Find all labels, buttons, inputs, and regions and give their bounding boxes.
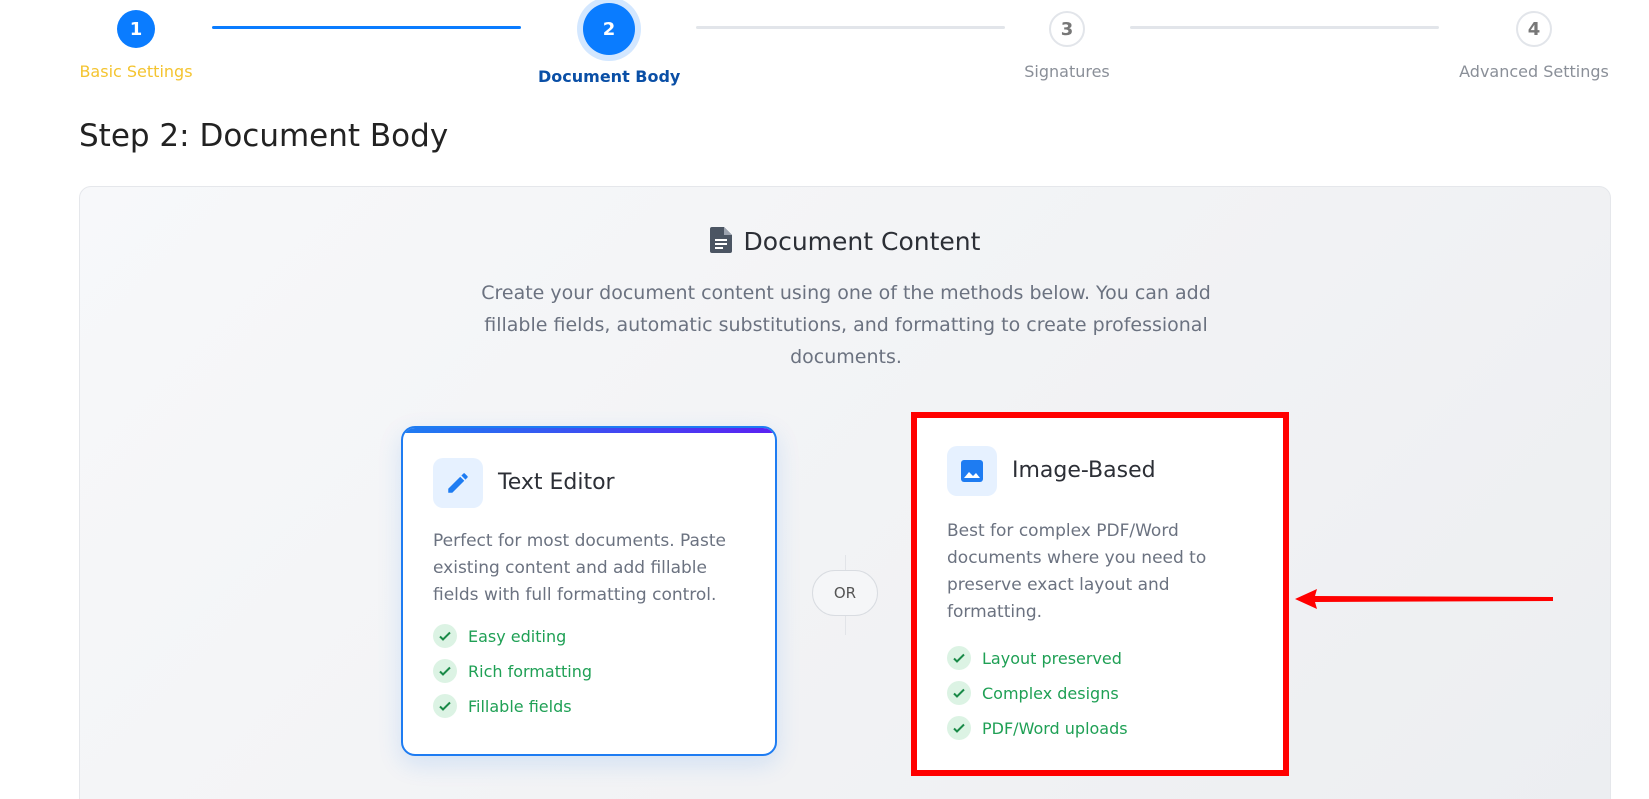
or-divider: OR (812, 570, 878, 616)
feature-label: Complex designs (982, 683, 1119, 703)
panel-heading: Document Content (80, 227, 1610, 259)
step-1-circle[interactable]: 1 (117, 10, 155, 48)
step-2-label[interactable]: Document Body (538, 67, 680, 86)
feature-item: Easy editing (433, 624, 566, 648)
text-editor-description: Perfect for most documents. Paste existi… (433, 531, 726, 605)
step-4-number: 4 (1527, 18, 1541, 40)
connector-1-2 (212, 26, 521, 29)
feature-item: PDF/Word uploads (947, 716, 1128, 740)
feature-label: Fillable fields (468, 696, 572, 716)
stepper: 1 Basic Settings 2 Document Body 3 Signa… (0, 0, 1649, 100)
document-icon (709, 227, 732, 259)
feature-label: Layout preserved (982, 648, 1122, 668)
red-arrow-icon (1295, 588, 1555, 614)
step-3-circle[interactable]: 3 (1049, 11, 1085, 47)
check-icon (947, 681, 971, 705)
page-title: Step 2: Document Body (79, 118, 449, 154)
step-3-number: 3 (1060, 18, 1074, 40)
step-1-label[interactable]: Basic Settings (79, 62, 193, 81)
card-accent-bar (403, 428, 775, 433)
step-1-number: 1 (129, 18, 143, 40)
panel-heading-text: Document Content (743, 227, 981, 256)
feature-item: Complex designs (947, 681, 1119, 705)
text-editor-title: Text Editor (498, 470, 615, 495)
step-2-number: 2 (602, 18, 616, 40)
feature-label: Easy editing (468, 626, 567, 646)
image-based-title: Image-Based (1012, 458, 1156, 483)
check-icon (947, 646, 971, 670)
check-icon (433, 659, 457, 683)
check-icon (947, 716, 971, 740)
feature-label: Rich formatting (468, 661, 592, 681)
step-2-circle[interactable]: 2 (583, 3, 635, 55)
image-based-option-card[interactable]: Image-Based Best for complex PDF/Word do… (911, 412, 1289, 776)
step-4-circle[interactable]: 4 (1516, 11, 1552, 47)
step-4-label[interactable]: Advanced Settings (1455, 62, 1613, 81)
pencil-icon (433, 458, 483, 508)
connector-3-4 (1130, 26, 1439, 29)
text-editor-option-card[interactable]: Text Editor Perfect for most documents. … (401, 426, 777, 756)
image-based-description: Best for complex PDF/Word documents wher… (947, 521, 1207, 622)
step-3-label[interactable]: Signatures (1017, 62, 1117, 81)
connector-2-3 (696, 26, 1005, 29)
feature-item: Layout preserved (947, 646, 1122, 670)
check-icon (433, 624, 457, 648)
panel-description: Create your document content using one o… (481, 282, 1211, 368)
image-icon (947, 446, 997, 496)
document-content-panel: Document Content Create your document co… (79, 186, 1611, 799)
feature-label: PDF/Word uploads (982, 718, 1128, 738)
feature-item: Fillable fields (433, 694, 572, 718)
check-icon (433, 694, 457, 718)
feature-item: Rich formatting (433, 659, 592, 683)
